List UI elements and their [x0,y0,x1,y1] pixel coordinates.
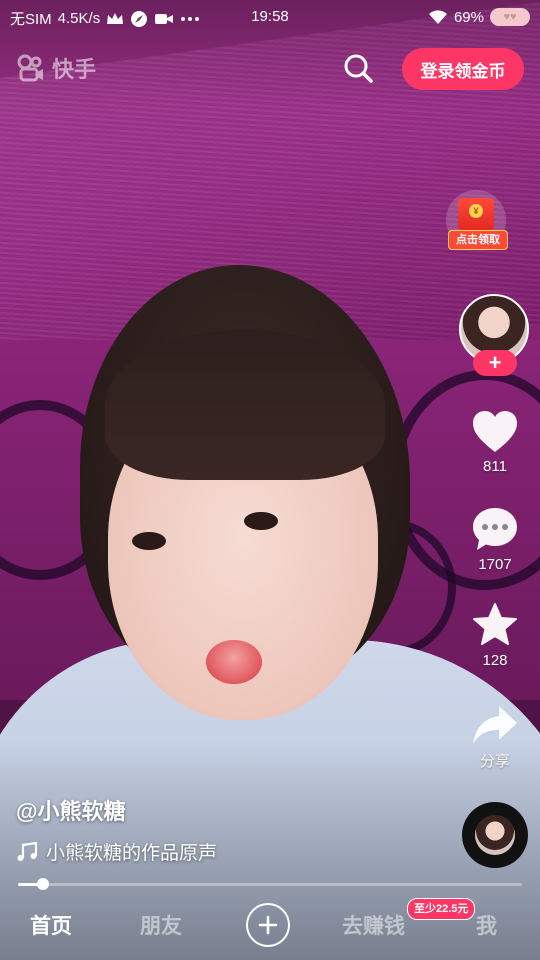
like-button[interactable]: 811 [466,410,524,475]
video-bangs [105,330,385,480]
kuaishou-logo-icon [17,54,43,82]
plus-icon [258,915,278,935]
tab-friends[interactable]: 朋友 [140,910,182,940]
brand-name: 快手 [52,57,97,82]
earn-badge: 至少22.5元 [407,898,476,920]
favorite-button[interactable]: 128 [466,602,524,669]
share-arrow-icon [473,706,517,744]
share-button[interactable]: 分享 [466,704,524,771]
video-eye-left [132,532,166,550]
music-disc-cover [475,815,515,855]
battery-text: 69% [453,8,484,26]
music-disc[interactable] [462,802,528,868]
heart-icon [473,411,517,452]
tab-earn[interactable]: 去赚钱 [342,910,405,940]
music-note-icon [17,841,38,861]
login-earn-coins-button[interactable]: 登录领金币 [402,48,524,90]
status-right: 69% ♥♥ [428,8,530,26]
battery-icon: ♥♥ [490,8,530,26]
red-packet-widget[interactable]: ¥ 点击领取 [442,190,512,252]
comment-bubble-icon [473,508,517,550]
tab-home[interactable]: 首页 [30,910,72,940]
video-eye-right [244,512,278,530]
wifi-icon [428,9,448,25]
music-text: 小熊软糖的作品原声 [46,843,218,864]
tab-me[interactable]: 我 [476,910,497,940]
bottom-nav: 首页 朋友 去赚钱 至少22.5元 我 [0,890,540,960]
red-packet-label: 点击领取 [448,230,508,250]
follow-button[interactable]: + [473,350,517,376]
coin-icon: ¥ [469,204,483,218]
search-button[interactable] [340,50,376,86]
like-count: 811 [483,458,507,475]
video-progress-bar[interactable] [18,878,522,890]
author-name[interactable]: @小熊软糖 [16,794,125,826]
comment-button[interactable]: 1707 [466,506,524,573]
star-icon [473,603,517,645]
brand-watermark: 快手 [16,52,96,84]
search-icon [344,54,373,83]
create-button[interactable] [246,903,290,947]
music-info[interactable]: 小熊软糖的作品原声 [16,838,217,865]
comment-count: 1707 [478,556,512,573]
share-label: 分享 [479,753,510,770]
status-bar: 无SIM 4.5K/s 19:58 69% ♥♥ [0,0,540,36]
video-mouth [206,640,262,684]
favorite-count: 128 [482,652,508,669]
